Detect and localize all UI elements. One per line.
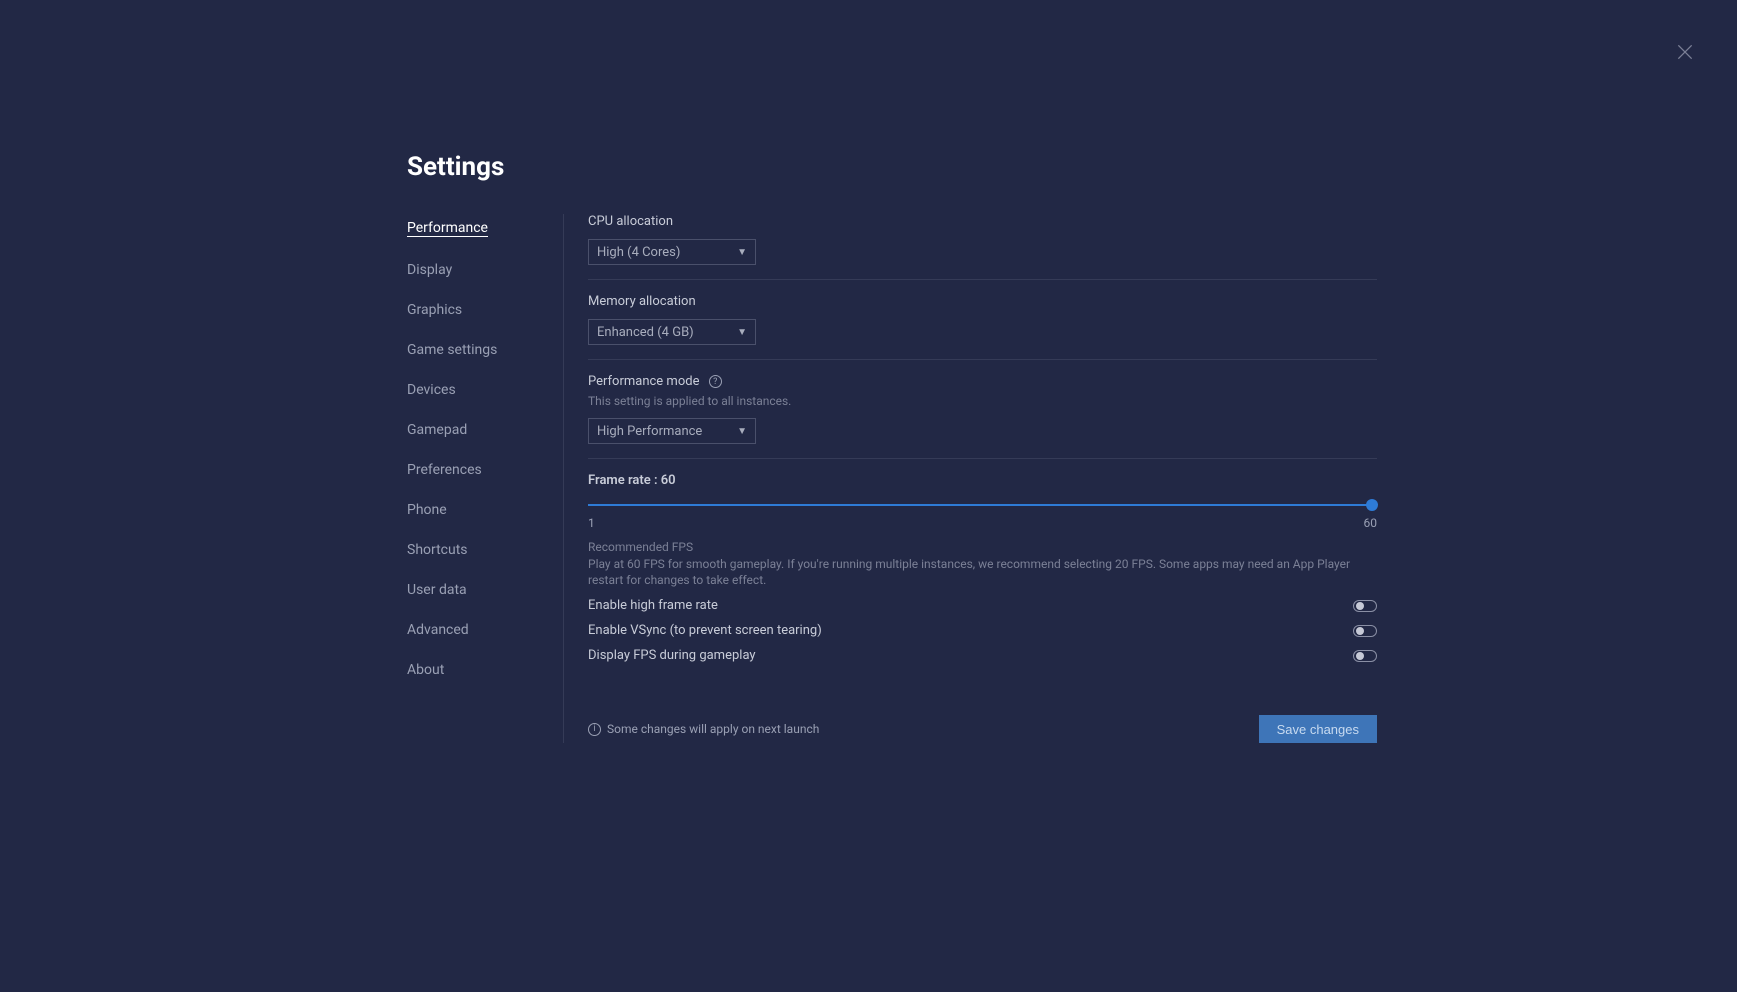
footer: i Some changes will apply on next launch… [588,715,1377,743]
toggle-knob [1356,627,1364,635]
performance-mode-label: Performance mode ? [588,374,1377,389]
frame-rate-section: Frame rate : 60 1 60 Recommended FPS Pla… [588,473,1377,677]
memory-allocation-value: Enhanced (4 GB) [597,325,694,340]
frame-rate-value: 60 [661,473,676,488]
recommended-fps-title: Recommended FPS [588,540,1377,554]
footer-notice-text: Some changes will apply on next launch [607,722,819,736]
frame-rate-slider[interactable] [588,498,1377,512]
performance-mode-value: High Performance [597,424,702,439]
memory-allocation-select[interactable]: Enhanced (4 GB) ▼ [588,319,756,345]
performance-mode-section: Performance mode ? This setting is appli… [588,374,1377,459]
toggle-knob [1356,652,1364,660]
sidebar-item-game-settings[interactable]: Game settings [407,343,497,357]
sidebar-item-devices[interactable]: Devices [407,383,456,397]
toggle-knob [1356,602,1364,610]
slider-track [588,504,1377,506]
slider-thumb[interactable] [1366,499,1378,511]
performance-mode-label-text: Performance mode [588,374,699,389]
display-fps-row: Display FPS during gameplay [588,648,1377,663]
sidebar-item-shortcuts[interactable]: Shortcuts [407,543,468,557]
recommended-fps-text: Play at 60 FPS for smooth gameplay. If y… [588,556,1377,588]
sidebar-item-user-data[interactable]: User data [407,583,467,597]
sidebar-item-phone[interactable]: Phone [407,503,447,517]
close-icon [1675,42,1695,62]
page-title: Settings [407,152,1377,182]
info-icon: i [588,723,601,736]
enable-vsync-row: Enable VSync (to prevent screen tearing) [588,623,1377,638]
enable-high-frame-rate-label: Enable high frame rate [588,598,718,613]
performance-mode-subtext: This setting is applied to all instances… [588,394,1377,408]
memory-allocation-label: Memory allocation [588,294,1377,309]
footer-notice: i Some changes will apply on next launch [588,722,819,736]
sidebar-item-performance[interactable]: Performance [407,221,488,237]
frame-rate-label: Frame rate : 60 [588,473,1377,488]
enable-vsync-toggle[interactable] [1353,625,1377,637]
enable-high-frame-rate-row: Enable high frame rate [588,598,1377,613]
sidebar-item-preferences[interactable]: Preferences [407,463,482,477]
chevron-down-icon: ▼ [737,247,747,258]
cpu-allocation-select[interactable]: High (4 Cores) ▼ [588,239,756,265]
display-fps-toggle[interactable] [1353,650,1377,662]
frame-rate-label-prefix: Frame rate : [588,473,661,488]
frame-rate-max: 60 [1364,516,1378,530]
cpu-allocation-value: High (4 Cores) [597,245,680,260]
sidebar-item-advanced[interactable]: Advanced [407,623,469,637]
chevron-down-icon: ▼ [737,327,747,338]
save-changes-button[interactable]: Save changes [1259,715,1377,743]
performance-mode-select[interactable]: High Performance ▼ [588,418,756,444]
cpu-allocation-label: CPU allocation [588,214,1377,229]
display-fps-label: Display FPS during gameplay [588,648,756,663]
enable-high-frame-rate-toggle[interactable] [1353,600,1377,612]
enable-vsync-label: Enable VSync (to prevent screen tearing) [588,623,822,638]
sidebar-item-graphics[interactable]: Graphics [407,303,462,317]
help-icon[interactable]: ? [709,375,722,388]
frame-rate-min: 1 [588,516,595,530]
memory-allocation-section: Memory allocation Enhanced (4 GB) ▼ [588,294,1377,360]
chevron-down-icon: ▼ [737,426,747,437]
frame-rate-range: 1 60 [588,516,1377,530]
close-button[interactable] [1675,42,1695,62]
cpu-allocation-section: CPU allocation High (4 Cores) ▼ [588,214,1377,280]
sidebar-item-gamepad[interactable]: Gamepad [407,423,467,437]
settings-sidebar: Performance Display Graphics Game settin… [407,214,564,743]
sidebar-item-display[interactable]: Display [407,263,452,277]
settings-main: CPU allocation High (4 Cores) ▼ Memory a… [564,214,1377,743]
sidebar-item-about[interactable]: About [407,663,444,677]
